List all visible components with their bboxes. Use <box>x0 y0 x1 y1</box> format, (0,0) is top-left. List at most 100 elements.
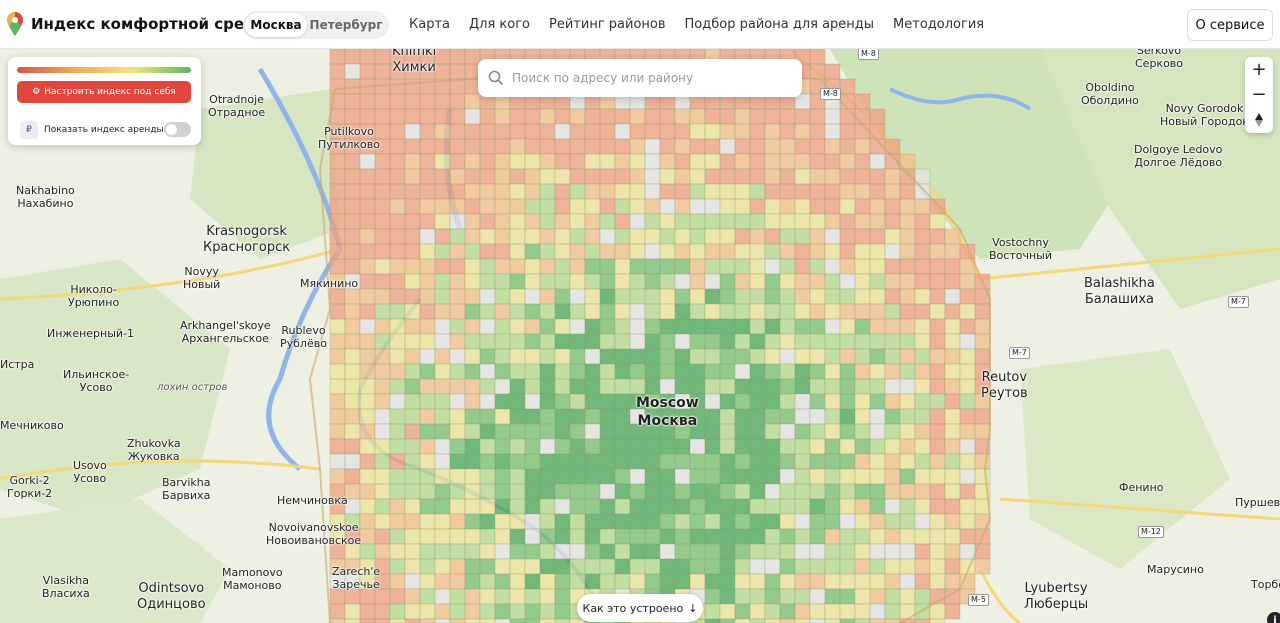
index-grid-cell[interactable] <box>719 198 736 215</box>
index-grid-cell[interactable] <box>884 603 901 620</box>
index-grid-cell[interactable] <box>839 423 856 440</box>
index-grid-cell[interactable] <box>569 273 586 290</box>
index-grid-cell[interactable] <box>404 228 421 245</box>
index-grid-cell[interactable] <box>824 183 841 200</box>
index-grid-cell[interactable] <box>944 453 961 470</box>
index-grid-cell[interactable] <box>854 378 871 395</box>
index-grid-cell[interactable] <box>764 108 781 125</box>
index-grid-cell[interactable] <box>569 228 586 245</box>
index-grid-cell[interactable] <box>419 183 436 200</box>
index-grid-cell[interactable] <box>614 288 631 305</box>
index-grid-cell[interactable] <box>509 498 526 515</box>
index-grid-cell[interactable] <box>704 573 721 590</box>
index-grid-cell[interactable] <box>914 543 931 560</box>
index-grid-cell[interactable] <box>614 243 631 260</box>
index-grid-cell[interactable] <box>419 168 436 185</box>
index-grid-cell[interactable] <box>524 258 541 275</box>
index-grid-cell[interactable] <box>629 573 646 590</box>
index-grid-cell[interactable] <box>704 288 721 305</box>
index-grid-cell[interactable] <box>719 153 736 170</box>
index-grid-cell[interactable] <box>794 288 811 305</box>
index-grid-cell[interactable] <box>599 393 616 410</box>
index-grid-cell[interactable] <box>869 453 886 470</box>
index-grid-cell[interactable] <box>389 108 406 125</box>
index-grid-cell[interactable] <box>839 408 856 425</box>
index-grid-cell[interactable] <box>389 243 406 260</box>
index-grid-cell[interactable] <box>764 123 781 140</box>
index-grid-cell[interactable] <box>404 543 421 560</box>
index-grid-cell[interactable] <box>779 603 796 620</box>
index-grid-cell[interactable] <box>569 393 586 410</box>
index-grid-cell[interactable] <box>479 543 496 560</box>
index-grid-cell[interactable] <box>704 363 721 380</box>
index-grid-cell[interactable] <box>659 333 676 350</box>
index-grid-cell[interactable] <box>539 528 556 545</box>
index-grid-cell[interactable] <box>689 468 706 485</box>
index-grid-cell[interactable] <box>329 78 346 95</box>
index-grid-cell[interactable] <box>824 483 841 500</box>
index-grid-cell[interactable] <box>689 318 706 335</box>
index-grid-cell[interactable] <box>464 153 481 170</box>
index-grid-cell[interactable] <box>644 258 661 275</box>
index-grid-cell[interactable] <box>824 348 841 365</box>
index-grid-cell[interactable] <box>479 198 496 215</box>
index-grid-cell[interactable] <box>704 408 721 425</box>
index-grid-cell[interactable] <box>599 363 616 380</box>
index-grid-cell[interactable] <box>374 348 391 365</box>
search-input[interactable] <box>512 71 792 85</box>
index-grid-cell[interactable] <box>539 573 556 590</box>
index-grid-cell[interactable] <box>524 603 541 620</box>
index-grid-cell[interactable] <box>839 228 856 245</box>
index-grid-cell[interactable] <box>854 348 871 365</box>
index-grid-cell[interactable] <box>839 123 856 140</box>
index-grid-cell[interactable] <box>824 303 841 320</box>
index-grid-cell[interactable] <box>434 318 451 335</box>
index-grid-cell[interactable] <box>404 168 421 185</box>
index-grid-cell[interactable] <box>959 393 976 410</box>
index-grid-cell[interactable] <box>539 393 556 410</box>
index-grid-cell[interactable] <box>629 378 646 395</box>
index-grid-cell[interactable] <box>734 483 751 500</box>
index-grid-cell[interactable] <box>749 408 766 425</box>
index-grid-cell[interactable] <box>794 303 811 320</box>
index-grid-cell[interactable] <box>584 168 601 185</box>
index-grid-cell[interactable] <box>329 453 346 470</box>
index-grid-cell[interactable] <box>644 108 661 125</box>
index-grid-cell[interactable] <box>794 498 811 515</box>
index-grid-cell[interactable] <box>434 138 451 155</box>
index-grid-cell[interactable] <box>674 213 691 230</box>
index-grid-cell[interactable] <box>464 93 481 110</box>
index-grid-cell[interactable] <box>539 333 556 350</box>
index-grid-cell[interactable] <box>494 228 511 245</box>
index-grid-cell[interactable] <box>764 408 781 425</box>
index-grid-cell[interactable] <box>794 528 811 545</box>
index-grid-cell[interactable] <box>824 318 841 335</box>
index-grid-cell[interactable] <box>749 453 766 470</box>
index-grid-cell[interactable] <box>494 138 511 155</box>
index-grid-cell[interactable] <box>374 543 391 560</box>
index-grid-cell[interactable] <box>674 333 691 350</box>
index-grid-cell[interactable] <box>884 408 901 425</box>
index-grid-cell[interactable] <box>329 108 346 125</box>
index-grid-cell[interactable] <box>404 213 421 230</box>
index-grid-cell[interactable] <box>704 423 721 440</box>
index-grid-cell[interactable] <box>809 543 826 560</box>
index-grid-cell[interactable] <box>494 288 511 305</box>
index-grid-cell[interactable] <box>389 303 406 320</box>
index-grid-cell[interactable] <box>944 498 961 515</box>
index-grid-cell[interactable] <box>899 543 916 560</box>
index-grid-cell[interactable] <box>929 363 946 380</box>
index-grid-cell[interactable] <box>899 438 916 455</box>
index-grid-cell[interactable] <box>614 228 631 245</box>
index-grid-cell[interactable] <box>794 618 811 623</box>
index-grid-cell[interactable] <box>824 333 841 350</box>
index-grid-cell[interactable] <box>809 168 826 185</box>
index-grid-cell[interactable] <box>764 303 781 320</box>
index-grid-cell[interactable] <box>674 498 691 515</box>
index-grid-cell[interactable] <box>539 543 556 560</box>
index-grid-cell[interactable] <box>704 168 721 185</box>
index-grid-cell[interactable] <box>584 243 601 260</box>
index-grid-cell[interactable] <box>419 303 436 320</box>
index-grid-cell[interactable] <box>899 408 916 425</box>
index-grid-cell[interactable] <box>434 468 451 485</box>
